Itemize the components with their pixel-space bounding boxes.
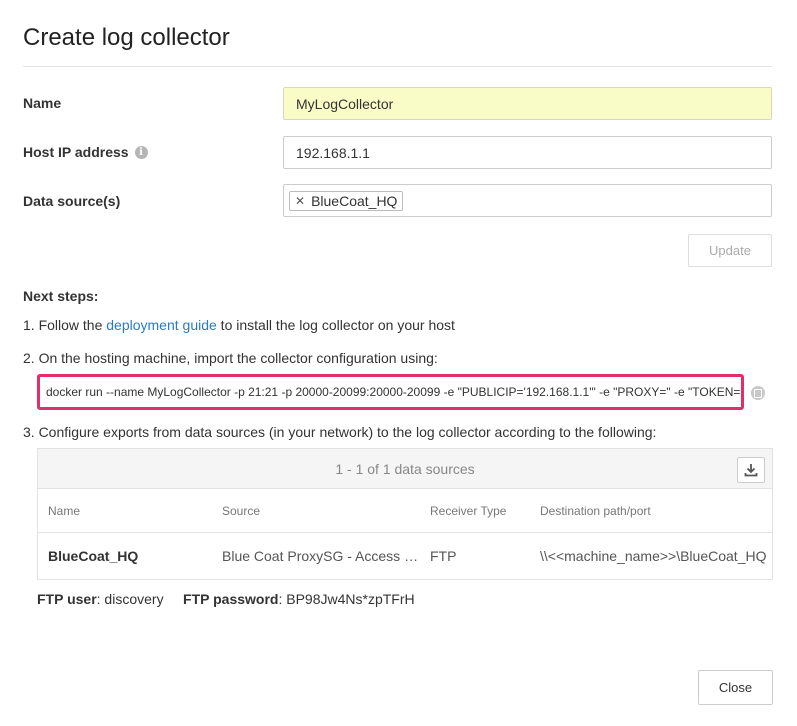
remove-tag-icon[interactable]: ✕ (295, 194, 305, 208)
docker-command-text: docker run --name MyLogCollector -p 21:2… (46, 385, 744, 399)
download-button[interactable] (737, 457, 765, 483)
copy-icon[interactable] (751, 386, 765, 400)
table-toolbar: 1 - 1 of 1 data sources (38, 449, 772, 489)
ftp-user-value: : discovery (96, 591, 164, 607)
host-ip-label-text: Host IP address (23, 144, 129, 160)
step-2: 2. On the hosting machine, import the co… (23, 350, 438, 366)
column-header-name[interactable]: Name (38, 504, 212, 518)
name-input[interactable]: MyLogCollector (283, 87, 772, 120)
cell-name: BlueCoat_HQ (48, 548, 139, 564)
deployment-guide-link[interactable]: deployment guide (106, 317, 217, 333)
data-sources-label-text: Data source(s) (23, 193, 121, 209)
table-summary: 1 - 1 of 1 data sources (335, 460, 475, 477)
ftp-password-label: FTP password (183, 591, 279, 607)
update-button[interactable]: Update (688, 234, 772, 267)
data-sources-input[interactable]: ✕ BlueCoat_HQ (283, 184, 772, 217)
cell-receiver-type: FTP (430, 548, 457, 564)
host-ip-input[interactable]: 192.168.1.1 (283, 136, 772, 169)
data-sources-label: Data source(s) (23, 193, 120, 209)
dialog-title: Create log collector (23, 24, 230, 51)
cell-destination: \\<<machine_name>>\BlueCoat_HQ (540, 548, 767, 564)
ftp-password-value: : BP98Jw4Ns*zpTFrH (278, 591, 415, 607)
table-row: BlueCoat_HQ Blue Coat ProxySG - Access l… (38, 533, 772, 579)
docker-command-box[interactable]: docker run --name MyLogCollector -p 21:2… (37, 374, 744, 410)
host-ip-label: Host IP address i (23, 144, 148, 160)
table-header: Name Source Receiver Type Destination pa… (38, 489, 772, 533)
step-1: 1. Follow the deployment guide to instal… (23, 317, 455, 333)
title-divider (23, 66, 772, 67)
column-header-destination[interactable]: Destination path/port (530, 504, 772, 518)
data-sources-table: 1 - 1 of 1 data sources Name Source Rece… (37, 448, 773, 580)
column-header-receiver-type[interactable]: Receiver Type (420, 504, 530, 518)
name-label-text: Name (23, 95, 62, 111)
column-header-source[interactable]: Source (212, 504, 420, 518)
ftp-credentials: FTP user: discovery FTP password: BP98Jw… (37, 591, 415, 607)
info-icon[interactable]: i (134, 145, 148, 159)
download-icon (744, 464, 758, 477)
cell-source: Blue Coat ProxySG - Access log (W3C) (222, 548, 420, 564)
data-source-tag: ✕ BlueCoat_HQ (289, 190, 404, 211)
step-3: 3. Configure exports from data sources (… (23, 424, 657, 440)
step-1-prefix: 1. Follow the (23, 317, 107, 333)
ftp-user-label: FTP user (37, 591, 97, 607)
step-1-suffix: to install the log collector on your hos… (216, 317, 455, 333)
close-button[interactable]: Close (698, 670, 773, 705)
name-label: Name (23, 95, 61, 111)
data-source-tag-label: BlueCoat_HQ (311, 192, 398, 209)
next-steps-heading: Next steps: (23, 288, 99, 304)
